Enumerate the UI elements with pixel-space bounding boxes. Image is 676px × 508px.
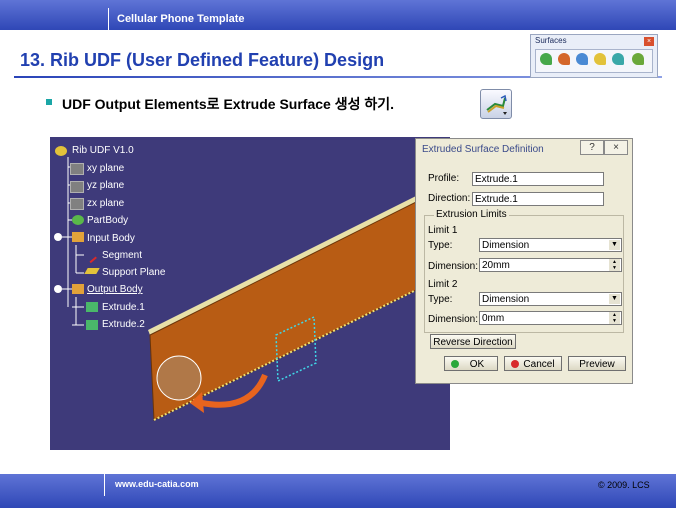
- collapse-icon[interactable]: [54, 233, 62, 241]
- limit1-label: Limit 1: [428, 225, 458, 236]
- direction-field[interactable]: Extrude.1: [472, 192, 604, 206]
- dialog-title: Extruded Surface Definition: [422, 144, 544, 155]
- profile-field[interactable]: Extrude.1: [472, 172, 604, 186]
- limit1-type-label: Type:: [428, 240, 453, 251]
- profile-label: Profile:: [428, 173, 460, 184]
- limits-group-label: Extrusion Limits: [434, 209, 509, 220]
- close-button[interactable]: ×: [604, 140, 628, 155]
- preview-button[interactable]: Preview: [568, 356, 626, 371]
- fill-icon[interactable]: [632, 53, 644, 65]
- body-icon: [72, 284, 84, 294]
- chevron-down-icon[interactable]: ▼: [609, 240, 620, 250]
- tree-extrude-1[interactable]: Extrude.1: [102, 302, 145, 313]
- help-button[interactable]: ?: [580, 140, 604, 155]
- tree-extrude-2[interactable]: Extrude.2: [102, 319, 145, 330]
- limit1-dimension-value: 20mm: [482, 260, 510, 271]
- tree-yz-plane[interactable]: yz plane: [87, 180, 124, 191]
- extrude-icon: [86, 302, 98, 312]
- limit1-type-value: Dimension: [482, 240, 530, 251]
- extrude-surface-icon: [486, 94, 507, 115]
- header-divider: [108, 8, 109, 30]
- limit2-type-select[interactable]: Dimension ▼: [479, 292, 622, 306]
- udf-gear-icon: [55, 146, 67, 156]
- footer-divider: [104, 474, 105, 496]
- footer-website[interactable]: www.edu-catia.com: [115, 479, 199, 489]
- cancel-button[interactable]: Cancel: [504, 356, 562, 371]
- toolbar-icon-row: [535, 49, 653, 73]
- limit1-dimension-input[interactable]: 20mm ▲ ▼: [479, 258, 622, 272]
- limit2-type-label: Type:: [428, 294, 453, 305]
- bullet-marker: [46, 99, 52, 105]
- extrude-command-button[interactable]: [480, 89, 512, 119]
- tree-segment[interactable]: Segment: [102, 250, 142, 261]
- extrude-icon[interactable]: [540, 53, 552, 65]
- extruded-surface-dialog: Extruded Surface Definition ? × Profile:…: [415, 138, 633, 384]
- ok-button[interactable]: OK: [444, 356, 498, 371]
- limit2-label: Limit 2: [428, 279, 458, 290]
- limit2-dimension-input[interactable]: 0mm ▲ ▼: [479, 311, 622, 325]
- sphere-icon[interactable]: [576, 53, 588, 65]
- plane-icon: [70, 181, 84, 193]
- plane-icon: [70, 163, 84, 175]
- direction-label: Direction:: [428, 193, 471, 204]
- header-band: [0, 0, 676, 30]
- sweep-icon[interactable]: [612, 53, 624, 65]
- footer-band: [0, 474, 676, 508]
- body-icon: [72, 232, 84, 242]
- footer-copyright: © 2009. LCS: [598, 480, 650, 490]
- ok-label: OK: [469, 359, 485, 370]
- reverse-direction-button[interactable]: Reverse Direction: [430, 334, 516, 349]
- slide-title: 13. Rib UDF (User Defined Feature) Desig…: [20, 50, 385, 70]
- tree-input-body[interactable]: Input Body: [87, 233, 135, 244]
- limit1-dimension-label: Dimension:: [428, 261, 479, 272]
- partbody-gear-icon: [72, 215, 84, 225]
- template-title: Cellular Phone Template: [117, 13, 245, 25]
- highlight-circle: [156, 355, 202, 401]
- spinner-icon[interactable]: ▲ ▼: [609, 312, 620, 324]
- ok-icon: [451, 360, 459, 368]
- spinner-icon[interactable]: ▲ ▼: [609, 259, 620, 271]
- bullet-text: UDF Output Elements로 Extrude Surface 생성 …: [62, 96, 394, 112]
- limit2-type-value: Dimension: [482, 294, 530, 305]
- offset-icon[interactable]: [594, 53, 606, 65]
- tree-output-body[interactable]: Output Body: [87, 284, 143, 295]
- tree-root[interactable]: Rib UDF V1.0: [72, 145, 134, 156]
- collapse-icon[interactable]: [54, 285, 62, 293]
- revolve-icon[interactable]: [558, 53, 570, 65]
- 3d-viewport[interactable]: Rib UDF V1.0 xy plane yz plane zx plane …: [50, 137, 450, 450]
- surfaces-toolbar: Surfaces ×: [530, 34, 658, 78]
- extrude-icon: [86, 320, 98, 330]
- tree-xy-plane[interactable]: xy plane: [87, 163, 124, 174]
- tree-support-plane[interactable]: Support Plane: [102, 267, 165, 278]
- plane-icon: [70, 198, 84, 210]
- tree-zx-plane[interactable]: zx plane: [87, 198, 124, 209]
- cancel-icon: [511, 360, 519, 368]
- limit2-dimension-value: 0mm: [482, 313, 505, 324]
- chevron-down-icon[interactable]: ▼: [609, 294, 620, 304]
- toolbar-title: Surfaces: [535, 36, 567, 45]
- limit1-type-select[interactable]: Dimension ▼: [479, 238, 622, 252]
- toolbar-close-button[interactable]: ×: [644, 37, 654, 46]
- tree-partbody[interactable]: PartBody: [87, 215, 128, 226]
- limit2-dimension-label: Dimension:: [428, 314, 479, 325]
